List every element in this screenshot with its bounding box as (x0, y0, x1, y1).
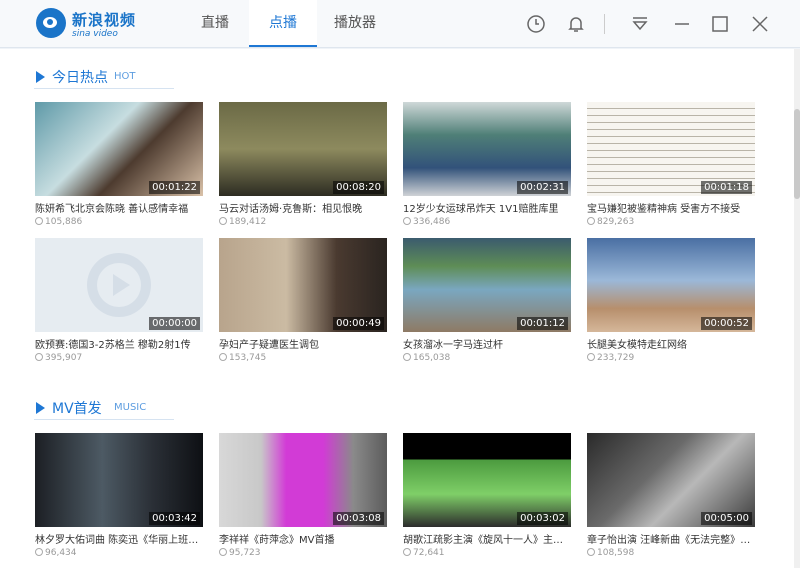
video-card[interactable]: 00:03:42 林夕罗大佑词曲 陈奕迅《华丽上班族... 96,434 (35, 433, 203, 558)
views-icon (587, 353, 595, 361)
views-icon (587, 548, 595, 556)
video-title: 孕妇产子疑遭医生调包 (219, 340, 319, 351)
video-title: 欧预赛:德国3-2苏格兰 穆勒2射1传 (35, 340, 191, 351)
video-card[interactable]: 00:00:52 长腿美女模特走红网络 233,729 (587, 238, 755, 363)
minimize-icon[interactable] (670, 12, 694, 36)
video-duration: 00:00:00 (149, 317, 200, 330)
video-views: 829,263 (587, 217, 755, 227)
video-title: 12岁少女运球吊炸天 1V1赔胜库里 (403, 204, 559, 215)
tab-live[interactable]: 直播 (182, 0, 248, 47)
video-duration: 00:00:52 (701, 317, 752, 330)
tab-vod[interactable]: 点播 (249, 0, 317, 47)
bell-icon[interactable] (564, 12, 588, 36)
maximize-icon[interactable] (708, 12, 732, 36)
video-thumbnail: 00:00:49 (219, 238, 387, 332)
video-title: 陈妍希飞北京会陈晓 善认感情幸福 (35, 204, 189, 215)
video-thumbnail: 00:03:02 (403, 433, 571, 527)
video-duration: 00:08:20 (333, 181, 384, 194)
video-duration: 00:01:18 (701, 181, 752, 194)
video-views: 165,038 (403, 353, 571, 363)
views-icon (35, 217, 43, 225)
video-thumbnail: 00:02:31 (403, 102, 571, 196)
video-thumbnail: 00:01:22 (35, 102, 203, 196)
video-duration: 00:01:12 (517, 317, 568, 330)
video-views: 95,723 (219, 548, 387, 558)
video-card[interactable]: 00:08:20 马云对话汤姆·克鲁斯：相见恨晚 189,412 (219, 102, 387, 227)
brand-subtitle: sina video (72, 29, 118, 39)
video-card[interactable]: 00:01:18 宝马嫌犯被鉴精神病 受害方不接受 829,263 (587, 102, 755, 227)
video-views: 336,486 (403, 217, 571, 227)
sina-video-logo[interactable] (36, 8, 66, 38)
video-views: 96,434 (35, 548, 203, 558)
video-title: 章子怡出演 汪峰新曲《无法完整》MV (587, 535, 755, 546)
header-divider (604, 14, 605, 34)
views-icon (219, 217, 227, 225)
video-thumbnail: 00:00:00 (35, 238, 203, 332)
video-duration: 00:03:02 (517, 512, 568, 525)
dropdown-icon[interactable] (628, 12, 652, 36)
video-views: 189,412 (219, 217, 387, 227)
video-duration: 00:00:49 (333, 317, 384, 330)
video-duration: 00:03:08 (333, 512, 384, 525)
video-title: 林夕罗大佑词曲 陈奕迅《华丽上班族... (35, 535, 203, 546)
video-views: 108,598 (587, 548, 755, 558)
logo-eye-icon (43, 17, 57, 28)
video-thumbnail: 00:08:20 (219, 102, 387, 196)
views-icon (219, 548, 227, 556)
main-content: 今日热点 HOT 00:01:22 陈妍希飞北京会陈晓 善认感情幸福 105,8… (0, 49, 800, 568)
video-duration: 00:05:00 (701, 512, 752, 525)
video-card[interactable]: 00:05:00 章子怡出演 汪峰新曲《无法完整》MV 108,598 (587, 433, 755, 558)
section-arrow-icon (36, 402, 45, 414)
section-title-music: MV首发 MUSIC (34, 398, 174, 420)
video-title: 女孩溜冰一字马连过杆 (403, 340, 503, 351)
history-icon[interactable] (524, 12, 548, 36)
views-icon (403, 548, 411, 556)
section-title-hot: 今日热点 HOT (34, 67, 174, 89)
video-views: 105,886 (35, 217, 203, 227)
video-card[interactable]: 00:01:22 陈妍希飞北京会陈晓 善认感情幸福 105,886 (35, 102, 203, 227)
video-thumbnail: 00:01:18 (587, 102, 755, 196)
video-views: 395,907 (35, 353, 203, 363)
views-icon (35, 353, 43, 361)
video-title: 胡歌江疏影主演《旋风十一人》主题... (403, 535, 571, 546)
vertical-scrollbar[interactable] (794, 49, 800, 568)
video-card[interactable]: 00:00:49 孕妇产子疑遭医生调包 153,745 (219, 238, 387, 363)
brand-name: 新浪视频 (72, 11, 137, 29)
views-icon (219, 353, 227, 361)
video-card[interactable]: 00:03:02 胡歌江疏影主演《旋风十一人》主题... 72,641 (403, 433, 571, 558)
video-thumbnail: 00:00:52 (587, 238, 755, 332)
video-title: 李祥祥《莳萍念》MV首播 (219, 535, 335, 546)
video-thumbnail: 00:03:42 (35, 433, 203, 527)
video-title: 长腿美女模特走红网络 (587, 340, 687, 351)
video-views: 233,729 (587, 353, 755, 363)
scrollbar-thumb[interactable] (794, 109, 800, 199)
video-title: 马云对话汤姆·克鲁斯：相见恨晚 (219, 204, 363, 215)
views-icon (403, 353, 411, 361)
views-icon (403, 217, 411, 225)
video-thumbnail: 00:05:00 (587, 433, 755, 527)
views-icon (587, 217, 595, 225)
top-bar: 新浪视频 sina video 直播 点播 播放器 (0, 0, 800, 48)
video-duration: 00:02:31 (517, 181, 568, 194)
video-card[interactable]: 00:02:31 12岁少女运球吊炸天 1V1赔胜库里 336,486 (403, 102, 571, 227)
section-arrow-icon (36, 71, 45, 83)
close-icon[interactable] (748, 12, 772, 36)
tab-player[interactable]: 播放器 (318, 0, 392, 47)
views-icon (35, 548, 43, 556)
video-views: 72,641 (403, 548, 571, 558)
video-thumbnail: 00:03:08 (219, 433, 387, 527)
video-thumbnail: 00:01:12 (403, 238, 571, 332)
video-views: 153,745 (219, 353, 387, 363)
video-duration: 00:01:22 (149, 181, 200, 194)
video-card[interactable]: 00:01:12 女孩溜冰一字马连过杆 165,038 (403, 238, 571, 363)
video-title: 宝马嫌犯被鉴精神病 受害方不接受 (587, 204, 741, 215)
video-card[interactable]: 00:00:00 欧预赛:德国3-2苏格兰 穆勒2射1传 395,907 (35, 238, 203, 363)
video-card[interactable]: 00:03:08 李祥祥《莳萍念》MV首播 95,723 (219, 433, 387, 558)
video-duration: 00:03:42 (149, 512, 200, 525)
